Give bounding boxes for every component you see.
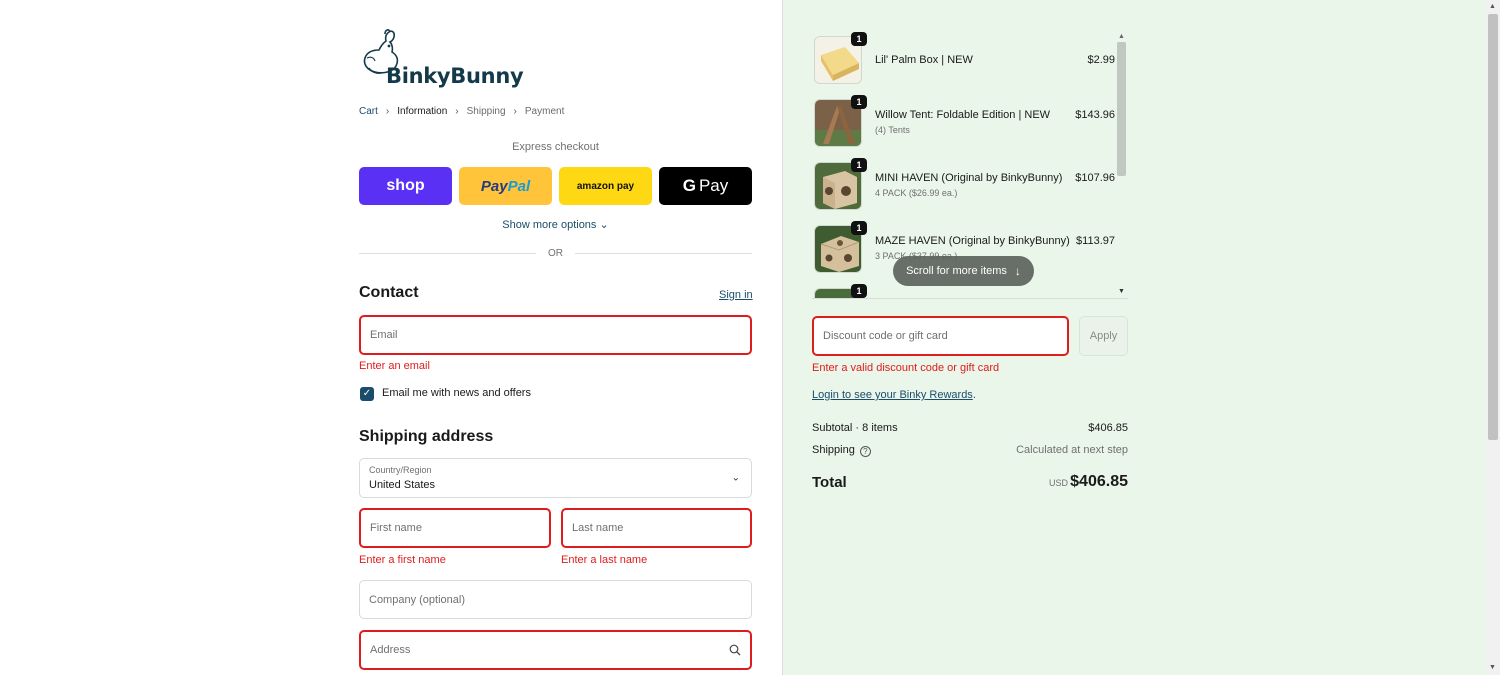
item-price: $113.97 (1076, 235, 1115, 247)
amazon-pay-label: amazon pay (576, 180, 635, 192)
or-label: OR (548, 248, 563, 259)
item-price: $2.99 (1087, 54, 1115, 66)
or-divider: OR (359, 248, 752, 259)
page-scroll-up-icon[interactable]: ▲ (1489, 3, 1496, 10)
quantity-badge: 1 (851, 284, 867, 298)
brand-logo[interactable]: BinkyBunny (359, 28, 524, 92)
company-input[interactable] (360, 581, 751, 618)
shipping-row-label: Shipping? (812, 444, 871, 457)
list-item: 1 Willow Tent: Foldable Edition | NEW (4… (812, 95, 1115, 147)
paypal-button[interactable]: Pay Pal (459, 167, 552, 205)
list-item: 1 MINI HAVEN (Original by BinkyBunny) 4 … (812, 158, 1115, 210)
page-scroll-down-icon[interactable]: ▼ (1489, 664, 1496, 671)
last-name-input[interactable] (563, 510, 750, 546)
google-pay-button[interactable]: G Pay (659, 167, 752, 205)
list-item: 1 Lil' Palm Box | NEW $2.99 (812, 32, 1115, 84)
item-price: $107.96 (1075, 172, 1115, 184)
rewards-login-link[interactable]: Login to see your Binky Rewards (812, 389, 973, 401)
email-input[interactable] (361, 317, 750, 353)
scroll-hint-label: Scroll for more items (906, 265, 1007, 277)
express-checkout-title: Express checkout (512, 141, 599, 153)
item-variant: 4 PACK ($26.99 ea.) (875, 188, 958, 198)
subtotal-value: $406.85 (1088, 422, 1128, 434)
item-name: Lil' Palm Box | NEW (875, 54, 973, 66)
country-label: Country/Region (369, 465, 432, 475)
total-label: Total (812, 474, 847, 491)
quantity-badge: 1 (851, 95, 867, 109)
google-g-icon: G (682, 176, 696, 195)
discount-code-input[interactable] (814, 318, 1067, 354)
shop-pay-button[interactable]: shop (359, 167, 452, 205)
breadcrumb: Cart › Information › Shipping › Payment (359, 106, 564, 117)
first-name-error: Enter a first name (359, 554, 446, 566)
discount-code-field[interactable] (812, 316, 1069, 356)
contact-title: Contact (359, 284, 419, 301)
paypal-label-pal: Pal (507, 177, 531, 195)
last-name-error: Enter a last name (561, 554, 648, 566)
page-scrollbar-thumb[interactable] (1488, 14, 1498, 440)
rewards-text: Login to see your Binky Rewards. (812, 389, 976, 401)
apply-discount-button[interactable]: Apply (1079, 316, 1128, 356)
scroll-for-more-button[interactable]: Scroll for more items ↓ (893, 256, 1034, 286)
shipping-address-title: Shipping address (359, 428, 494, 445)
google-pay-label: Pay (698, 176, 729, 195)
item-variant: (4) Tents (875, 125, 910, 135)
quantity-badge: 1 (851, 158, 867, 172)
subtotal-label: Subtotal · 8 items (812, 422, 898, 434)
quantity-badge: 1 (851, 32, 867, 46)
shipping-label: Shipping (812, 444, 855, 456)
shipping-value: Calculated at next step (1016, 444, 1128, 456)
breadcrumb-payment: Payment (524, 106, 565, 117)
country-select[interactable]: Country/Region United States ⌄ (359, 458, 752, 498)
question-circle-icon[interactable]: ? (859, 446, 871, 457)
newsletter-checkbox[interactable]: ✓ (360, 387, 374, 401)
rewards-suffix: . (972, 389, 976, 401)
chevron-down-icon: ⌄ (731, 472, 740, 484)
email-field[interactable] (359, 315, 752, 355)
item-name: MAZE HAVEN (Original by BinkyBunny) (875, 235, 1070, 247)
item-name: Willow Tent: Foldable Edition | NEW (875, 109, 1051, 121)
search-icon (729, 644, 741, 656)
quantity-badge: 1 (851, 221, 867, 235)
paypal-label-pay: Pay (480, 177, 508, 195)
first-name-field[interactable] (359, 508, 551, 548)
arrow-down-icon: ↓ (1014, 264, 1021, 278)
show-more-label: Show more options (502, 219, 597, 231)
item-price: $143.96 (1075, 109, 1115, 121)
item-name: MINI HAVEN (Original by BinkyBunny) (875, 172, 1063, 184)
address-input[interactable] (361, 632, 750, 668)
company-field[interactable] (359, 580, 752, 619)
cart-items-scrollbar-thumb[interactable] (1117, 42, 1126, 176)
discount-error: Enter a valid discount code or gift card (812, 362, 1000, 374)
total-currency: USD (1049, 478, 1069, 488)
amazon-pay-button[interactable]: amazon pay (559, 167, 652, 205)
email-error: Enter an email (359, 360, 430, 372)
last-name-field[interactable] (561, 508, 752, 548)
country-value: United States (369, 479, 436, 491)
total-value: $406.85 (1070, 473, 1128, 490)
checkout-form-panel: BinkyBunny Cart › Information › Shipping… (0, 0, 782, 675)
chevron-right-icon: › (455, 106, 459, 117)
breadcrumb-shipping: Shipping (466, 106, 506, 117)
shop-pay-label: shop (386, 177, 425, 194)
divider-line (359, 253, 536, 254)
first-name-input[interactable] (361, 510, 549, 546)
breadcrumb-cart[interactable]: Cart (359, 106, 378, 117)
chevron-right-icon: › (513, 106, 517, 117)
show-more-options-link[interactable]: Show more options ⌄ (359, 218, 752, 231)
divider-line (575, 253, 752, 254)
chevron-down-icon: ⌄ (599, 219, 609, 231)
address-field[interactable] (359, 630, 752, 670)
newsletter-label: Email me with news and offers (382, 387, 531, 399)
scroll-down-arrow-icon[interactable]: ▼ (1118, 288, 1125, 295)
chevron-right-icon: › (385, 106, 390, 117)
list-item: 1 (812, 284, 1115, 298)
scroll-up-arrow-icon[interactable]: ▲ (1118, 33, 1125, 40)
breadcrumb-information: Information (397, 106, 448, 117)
sign-in-link[interactable]: Sign in (719, 289, 753, 301)
brand-name: BinkyBunny (386, 64, 524, 88)
